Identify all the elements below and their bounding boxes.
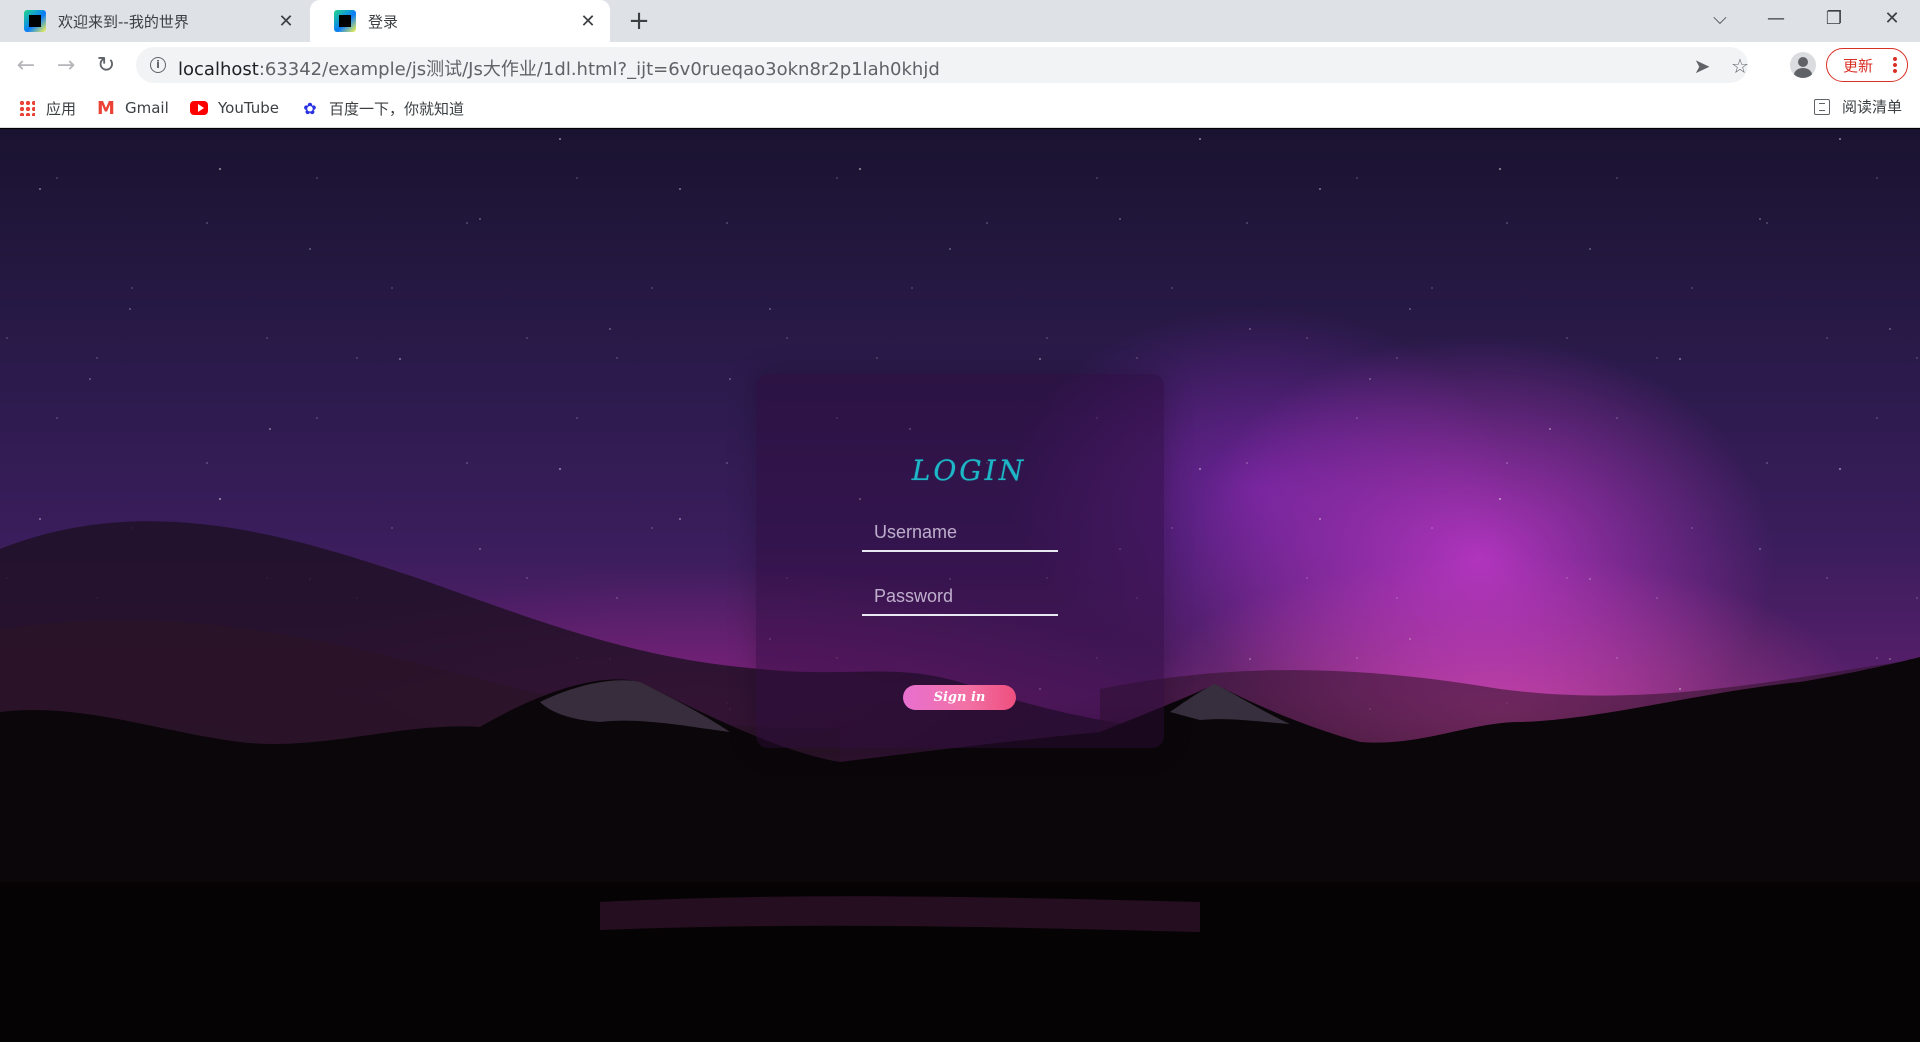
bookmark-star-icon[interactable]: ☆ bbox=[1726, 52, 1754, 80]
update-label: 更新 bbox=[1843, 56, 1874, 75]
bookmark-label: Gmail bbox=[125, 99, 169, 117]
profile-avatar-icon[interactable] bbox=[1790, 52, 1816, 78]
bookmark-youtube[interactable]: YouTube bbox=[190, 96, 279, 120]
bookmark-baidu[interactable]: ✿ 百度一下，你就知道 bbox=[301, 96, 464, 120]
tab-welcome[interactable]: 欢迎来到--我的世界 ✕ bbox=[0, 0, 308, 42]
url-text[interactable]: localhost:63342/example/js测试/Js大作业/1dl.h… bbox=[178, 55, 940, 81]
tab-search-chevron-icon[interactable]: ⌵ bbox=[1692, 0, 1748, 36]
restore-icon[interactable]: ❐ bbox=[1806, 0, 1862, 36]
back-arrow-icon[interactable]: ← bbox=[10, 49, 42, 81]
tab-title: 欢迎来到--我的世界 bbox=[58, 12, 189, 31]
bookmark-label: 百度一下，你就知道 bbox=[329, 99, 465, 118]
sign-in-button[interactable]: Sign in bbox=[903, 685, 1016, 710]
close-icon[interactable]: ✕ bbox=[274, 9, 298, 33]
window-close-icon[interactable]: ✕ bbox=[1864, 0, 1920, 36]
reload-icon[interactable]: ↻ bbox=[90, 49, 122, 81]
close-icon[interactable]: ✕ bbox=[576, 9, 600, 33]
login-title: LOGIN bbox=[911, 454, 1027, 487]
login-card: LOGIN Sign in bbox=[756, 374, 1164, 748]
update-button[interactable]: 更新 bbox=[1826, 48, 1908, 82]
bookmark-label: 应用 bbox=[46, 99, 77, 118]
reading-list-label: 阅读清单 bbox=[1841, 98, 1902, 116]
webstorm-icon bbox=[334, 10, 356, 32]
bookmark-label: YouTube bbox=[218, 99, 279, 117]
gmail-icon: M bbox=[97, 97, 115, 119]
webstorm-icon bbox=[24, 10, 46, 32]
tab-login[interactable]: 登录 ✕ bbox=[310, 0, 610, 42]
browser-toolbar: ← → ↻ i localhost:63342/example/js测试/Js大… bbox=[0, 42, 1920, 88]
tab-title: 登录 bbox=[368, 12, 399, 31]
more-vertical-icon bbox=[1893, 56, 1897, 74]
address-bar[interactable]: i localhost:63342/example/js测试/Js大作业/1dl… bbox=[136, 47, 1749, 83]
bookmarks-bar: 应用 M Gmail YouTube ✿ 百度一下，你就知道 阅读清单 bbox=[0, 88, 1920, 128]
minimize-icon[interactable]: — bbox=[1748, 0, 1804, 36]
tab-strip: 欢迎来到--我的世界 ✕ 登录 ✕ + ⌵ — ❐ ✕ bbox=[0, 0, 1920, 42]
new-tab-button[interactable]: + bbox=[624, 6, 654, 36]
reading-list-icon bbox=[1813, 98, 1830, 115]
baidu-paw-icon: ✿ bbox=[303, 98, 317, 118]
bookmark-apps[interactable]: 应用 bbox=[18, 96, 76, 120]
username-input[interactable] bbox=[862, 514, 1058, 552]
youtube-icon bbox=[190, 99, 208, 117]
site-info-icon[interactable]: i bbox=[150, 57, 166, 73]
send-icon[interactable]: ➤ bbox=[1688, 52, 1716, 80]
bookmark-gmail[interactable]: M Gmail bbox=[97, 96, 169, 120]
forward-arrow-icon[interactable]: → bbox=[50, 49, 82, 81]
reading-list-button[interactable]: 阅读清单 bbox=[1813, 96, 1902, 117]
password-input[interactable] bbox=[862, 578, 1058, 616]
page-viewport: LOGIN Sign in bbox=[0, 129, 1920, 1042]
apps-grid-icon bbox=[18, 99, 36, 117]
